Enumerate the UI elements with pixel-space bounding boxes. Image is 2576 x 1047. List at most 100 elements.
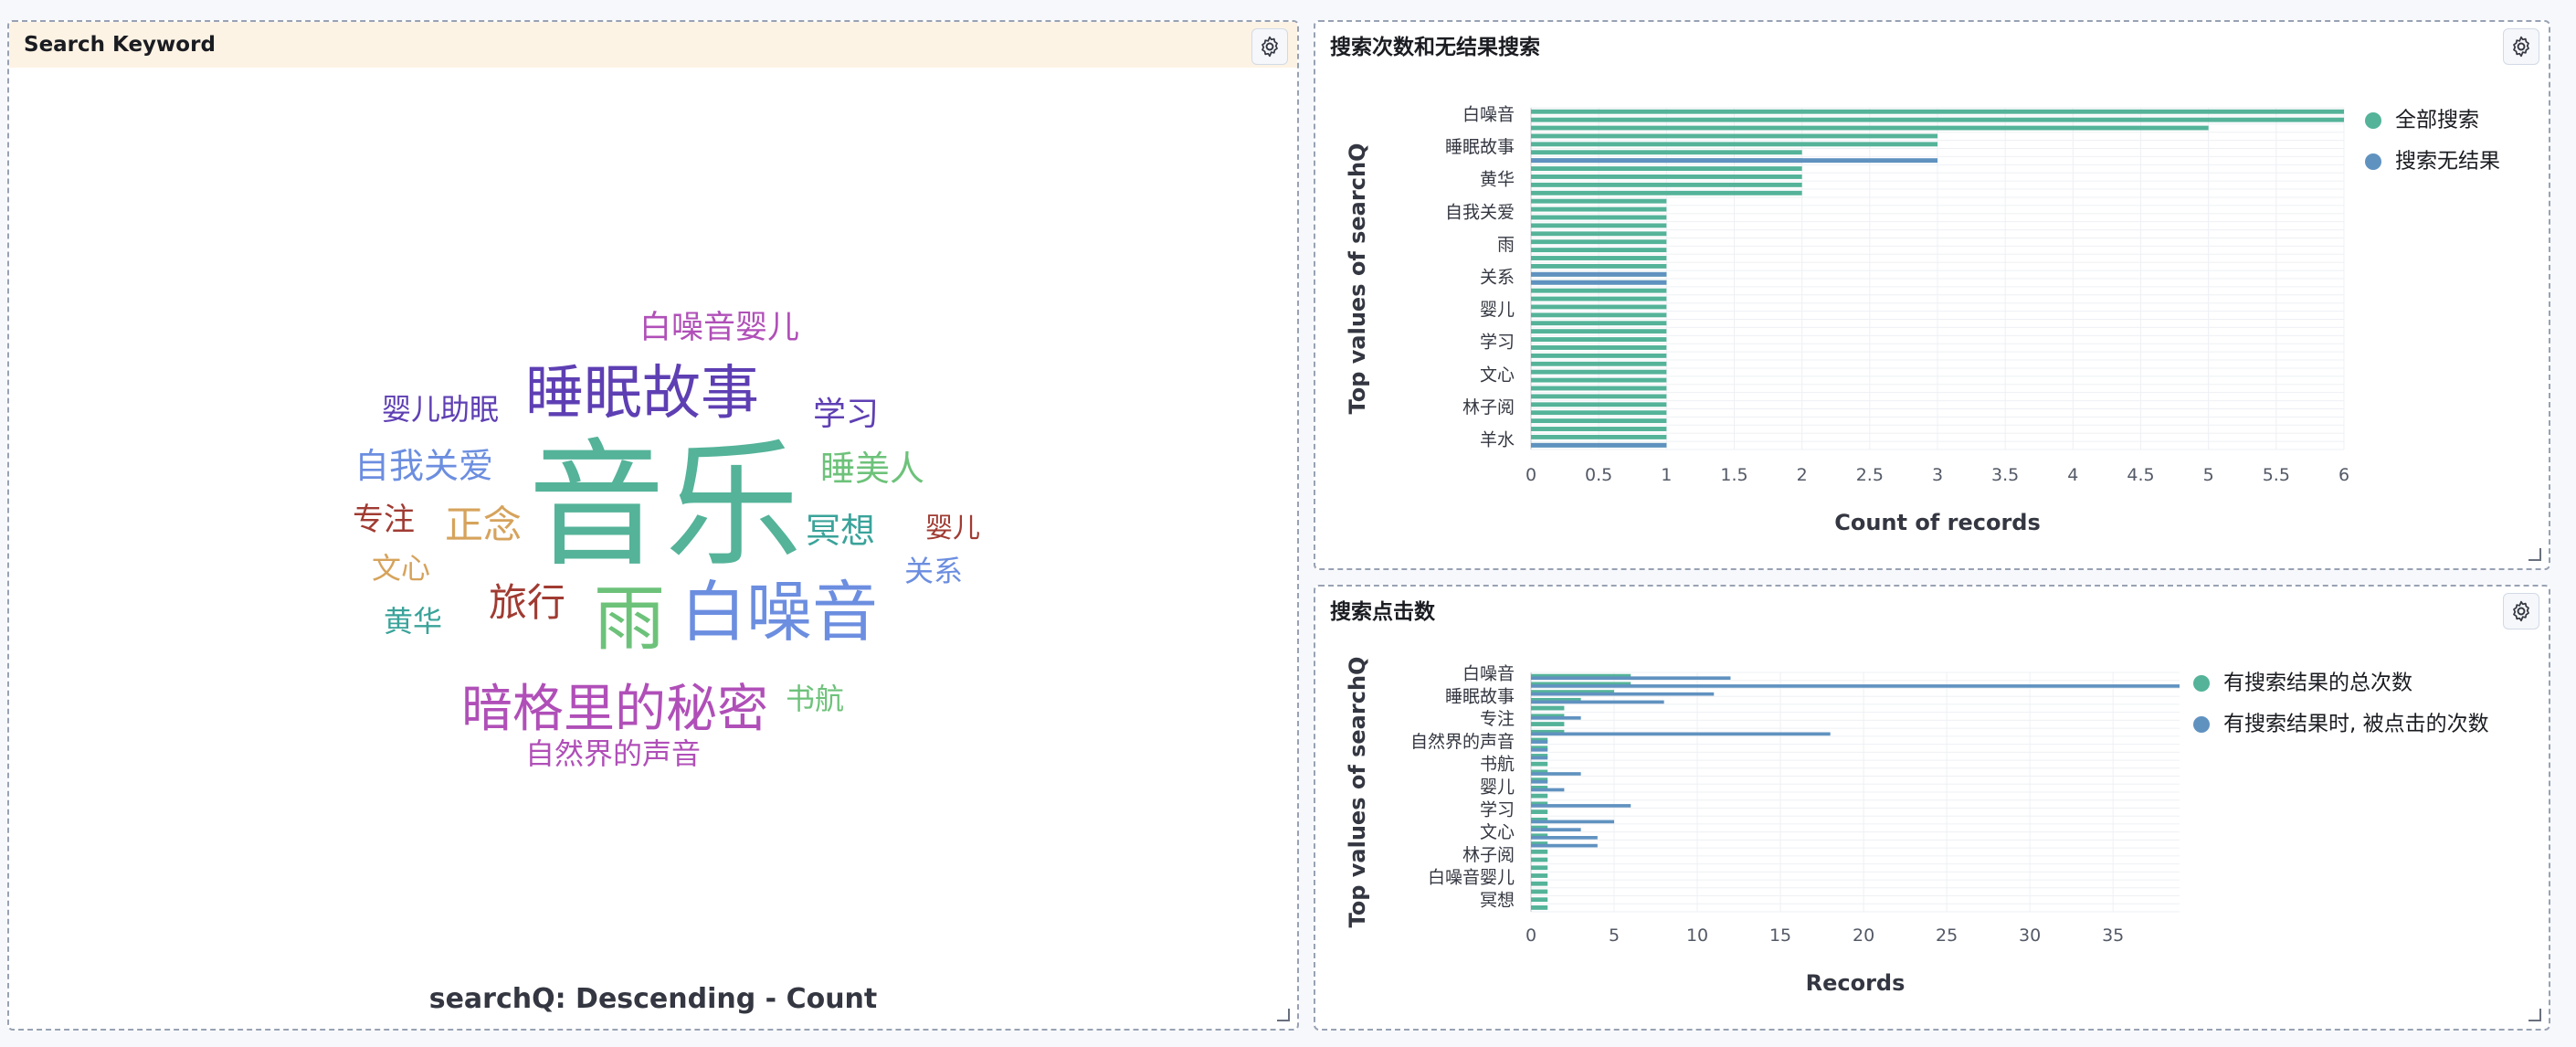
word-cloud-term[interactable]: 冥想 bbox=[806, 513, 875, 548]
word-cloud-term[interactable]: 白噪音 bbox=[681, 579, 878, 645]
legend-marker bbox=[2193, 675, 2210, 692]
legend-label: 有搜索结果时, 被点击的次数 bbox=[2223, 713, 2489, 736]
bar-series-1 bbox=[1531, 256, 1667, 260]
bar-series-1 bbox=[1531, 321, 1667, 326]
bar-series-1 bbox=[1531, 150, 1802, 155]
word-cloud-term[interactable]: 音乐 bbox=[528, 438, 802, 575]
y-category-label: 学习 bbox=[1480, 799, 1515, 820]
y-category-label: 白噪音婴儿 bbox=[1428, 868, 1515, 888]
bar-series-1 bbox=[1531, 231, 1667, 237]
bar-series-1 bbox=[1531, 402, 1667, 407]
word-cloud-term[interactable]: 文心 bbox=[372, 554, 430, 583]
y-category-label: 婴儿 bbox=[1480, 777, 1515, 798]
search-count-chart: 0 0.5 1 1.5 2 2.5 3 3.5 4 4.5 5 5.5 6 白噪音睡眠故事黄华自我关爱雨关… bbox=[1345, 105, 2500, 536]
word-cloud-term[interactable]: 睡美人 bbox=[820, 451, 924, 486]
word-cloud-term[interactable]: 专注 bbox=[353, 504, 415, 535]
bar-series-2 bbox=[1531, 280, 1667, 285]
word-cloud-term[interactable]: 白噪音婴儿 bbox=[639, 312, 799, 344]
resize-handle[interactable] bbox=[2528, 1009, 2541, 1021]
bar-series-2 bbox=[1531, 820, 1615, 824]
bar-series-1 bbox=[1531, 410, 1667, 416]
x-tick-label: 35 bbox=[2102, 925, 2124, 946]
word-cloud-term[interactable]: 黄华 bbox=[384, 607, 442, 636]
x-tick-label: 15 bbox=[1769, 925, 1791, 946]
panel-title: Search Keyword bbox=[9, 22, 1297, 68]
word-cloud-term[interactable]: 婴儿 bbox=[925, 515, 980, 543]
x-tick-label: 5 bbox=[1609, 925, 1620, 946]
gear-icon bbox=[1262, 36, 1278, 58]
search-clicks-panel: 搜索点击数 0 5 10 15 20 25 30 35 白噪音 睡眠故事 专注 自然界的声音 书航 婴儿学… bbox=[1314, 585, 2550, 1031]
bar-series-1 bbox=[1531, 206, 1667, 212]
y-category-label: 雨 bbox=[1497, 235, 1515, 255]
bar-series-1 bbox=[1531, 809, 1548, 815]
bar-series-1 bbox=[1531, 223, 1667, 228]
word-cloud-caption: searchQ: Descending - Count bbox=[428, 983, 878, 1015]
x-tick-label: 5 bbox=[2203, 465, 2214, 485]
bar-series-1 bbox=[1531, 125, 2209, 131]
y-category-label: 睡眠故事 bbox=[1445, 686, 1515, 706]
bar-series-1 bbox=[1531, 849, 1548, 854]
y-axis-title: Top values of searchQ bbox=[1345, 657, 1370, 928]
bar-series-2 bbox=[1531, 756, 1548, 760]
bar-series-1 bbox=[1531, 434, 1667, 439]
bar-series-1 bbox=[1531, 312, 1667, 318]
search-clicks-chart: 0 5 10 15 20 25 30 35 白噪音睡眠故事专注自然界的声音书航婴儿学习文心林子阅… bbox=[1345, 657, 2489, 996]
x-axis-title: Count of records bbox=[1834, 510, 2041, 535]
x-tick-label: 25 bbox=[1936, 925, 1958, 946]
bar-series-2 bbox=[1531, 442, 1667, 448]
legend-marker bbox=[2365, 153, 2381, 170]
word-cloud-term[interactable]: 正念 bbox=[445, 506, 522, 545]
bar-series-1 bbox=[1531, 361, 1667, 366]
x-tick-label: 3.5 bbox=[1991, 465, 2019, 485]
legend-label: 搜索无结果 bbox=[2395, 150, 2500, 174]
x-tick-label: 1.5 bbox=[1720, 465, 1747, 485]
bar-series-1 bbox=[1531, 248, 1667, 253]
word-cloud-term[interactable]: 关系 bbox=[904, 556, 963, 586]
y-category-label: 睡眠故事 bbox=[1445, 137, 1515, 157]
y-category-label: 学习 bbox=[1480, 333, 1515, 353]
y-category-label: 文心 bbox=[1480, 822, 1515, 842]
bar-series-2 bbox=[1531, 740, 1548, 744]
y-category-label: 冥想 bbox=[1480, 891, 1515, 911]
bar-series-1 bbox=[1531, 296, 1667, 301]
bar-series-1 bbox=[1531, 394, 1667, 399]
x-tick-label: 30 bbox=[2019, 925, 2041, 946]
y-category-label: 婴儿 bbox=[1480, 300, 1515, 320]
bar-series-1 bbox=[1531, 239, 1667, 245]
x-tick-label: 6 bbox=[2338, 465, 2349, 485]
bar-series-1 bbox=[1531, 345, 1667, 350]
word-cloud-term[interactable]: 雨 bbox=[594, 584, 665, 655]
word-cloud-term[interactable]: 学习 bbox=[813, 398, 879, 431]
panel-options-button[interactable] bbox=[1251, 28, 1288, 65]
legend-label: 全部搜索 bbox=[2395, 109, 2479, 132]
word-cloud-term[interactable]: 睡眠故事 bbox=[525, 365, 759, 423]
word-cloud-term[interactable]: 自然界的声音 bbox=[525, 739, 701, 768]
word-cloud-term[interactable]: 书航 bbox=[786, 684, 844, 714]
resize-handle[interactable] bbox=[1277, 1009, 1290, 1021]
word-cloud-term[interactable]: 婴儿助眠 bbox=[382, 395, 499, 424]
word-cloud-term[interactable]: 自我关爱 bbox=[354, 449, 493, 483]
bar-series-1 bbox=[1531, 761, 1548, 767]
x-tick-label: 0.5 bbox=[1585, 465, 1612, 485]
word-cloud-term[interactable]: 暗格里的秘密 bbox=[461, 684, 768, 735]
bar-series-2 bbox=[1531, 271, 1667, 277]
bar-series-2 bbox=[1531, 684, 2180, 688]
bar-series-1 bbox=[1531, 288, 1667, 293]
x-axis-title: Records bbox=[1806, 970, 1906, 996]
bar-series-1 bbox=[1531, 881, 1548, 886]
search-count-panel: 搜索次数和无结果搜索 0 0.5 1 1.5 2 2.5 3 3.5 4 4.5 5 5.5 6 白噪音睡… bbox=[1314, 20, 2550, 570]
bar-series-1 bbox=[1531, 873, 1548, 878]
y-category-label: 林子阅 bbox=[1462, 397, 1515, 418]
x-tick-label: 2 bbox=[1797, 465, 1808, 485]
bar-series-2 bbox=[1531, 779, 1548, 784]
bar-series-1 bbox=[1531, 722, 1565, 726]
x-tick-label: 0 bbox=[1526, 465, 1536, 485]
bar-series-1 bbox=[1531, 369, 1667, 375]
bar-series-1 bbox=[1531, 304, 1667, 310]
bar-series-2 bbox=[1531, 692, 1715, 696]
bar-series-1 bbox=[1531, 865, 1548, 871]
bar-series-1 bbox=[1531, 353, 1667, 358]
resize-handle[interactable] bbox=[2528, 548, 2541, 561]
word-cloud-term[interactable]: 旅行 bbox=[489, 584, 565, 622]
bar-series-1 bbox=[1531, 329, 1667, 334]
